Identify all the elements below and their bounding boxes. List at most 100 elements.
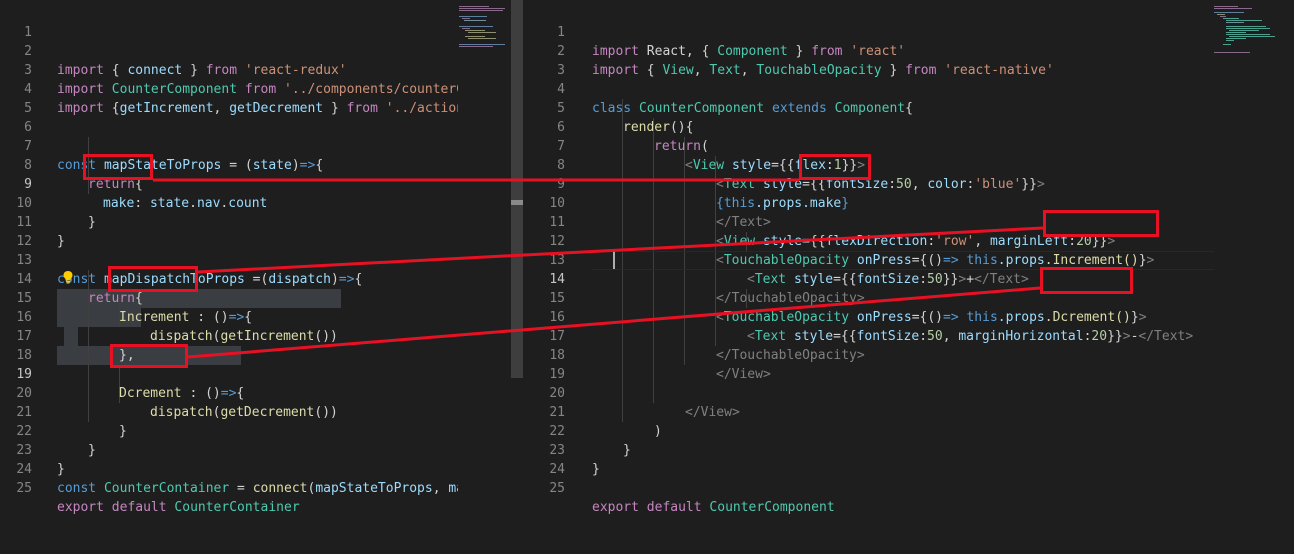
code-line: 16 <Text style={{fontSize:50, marginHori… xyxy=(525,289,1193,344)
right-editor-pane[interactable]: 1 import React, { Component } from 'reac… xyxy=(525,0,1294,554)
editor-window: 1 2 import { connect } from 'react-redux… xyxy=(0,0,1294,554)
code-line: 23 } xyxy=(0,422,64,477)
code-text[interactable]: export default CounterContainer xyxy=(57,498,300,517)
code-text[interactable]: <Text style={{fontSize:50, marginHorizon… xyxy=(747,327,1193,346)
punct-token: , xyxy=(911,177,928,192)
right-minimap[interactable] xyxy=(1214,6,1292,66)
punct-token: < xyxy=(747,272,755,287)
code-text[interactable]: } xyxy=(57,232,65,251)
code-line: 11 } xyxy=(0,194,64,249)
code-text[interactable]: class CounterComponent extends Component… xyxy=(592,99,913,118)
code-line: 18 xyxy=(0,327,47,363)
code-text[interactable]: } xyxy=(623,441,631,460)
code-text[interactable]: } xyxy=(592,460,600,479)
annotation-box-make-right xyxy=(799,154,871,180)
function-token: getIncrement xyxy=(220,329,315,344)
code-text[interactable]: import { connect } from 'react-redux' xyxy=(57,61,347,80)
code-text[interactable]: } xyxy=(88,213,96,232)
code-text[interactable]: import React, { Component } from 'react' xyxy=(592,42,905,61)
code-text[interactable]: <Text style={{fontSize:50, color:'blue'}… xyxy=(716,175,1045,194)
punct-token: , xyxy=(974,234,990,249)
minimap-line xyxy=(1217,14,1225,15)
keyword-token: from xyxy=(205,63,238,78)
code-line: 19 Dcrement : ()=>{ xyxy=(0,346,244,401)
function-token: render xyxy=(623,120,670,135)
code-text[interactable]: import CounterComponent from '../compone… xyxy=(57,80,458,99)
punct-token: { xyxy=(236,386,245,401)
function-token: Increment xyxy=(119,310,190,325)
punct-token: { xyxy=(103,101,120,116)
attribute-token: style xyxy=(786,329,834,344)
number-token: 50 xyxy=(927,272,943,287)
code-text[interactable]: </View> xyxy=(716,365,771,384)
left-scrollbar[interactable] xyxy=(511,0,523,378)
identifier-token: getIncrement xyxy=(119,101,214,116)
code-text[interactable]: dispatch(getDecrement()) xyxy=(150,403,338,422)
code-line: 20 dispatch(getDecrement()) xyxy=(0,365,338,420)
code-text[interactable]: Dcrement : ()=>{ xyxy=(119,384,244,403)
punct-token: : xyxy=(919,272,928,287)
code-text[interactable]: export default CounterComponent xyxy=(592,498,835,517)
code-text[interactable]: </View> xyxy=(685,403,740,422)
keyword-token: return xyxy=(88,291,135,306)
code-text[interactable]: Increment : ()=>{ xyxy=(119,308,252,327)
string-token: '../components/counterC xyxy=(276,82,458,97)
identifier-token: marginHorizontal xyxy=(958,329,1084,344)
keyword-token: this xyxy=(723,196,756,211)
code-text[interactable]: </Text> xyxy=(716,213,771,232)
code-text[interactable]: </TouchableOpacity> xyxy=(716,346,865,365)
code-line: 11 <View style={{flexDirection:'row', ma… xyxy=(525,194,1115,249)
punct-token: ={{ xyxy=(833,329,857,344)
identifier-token: .props xyxy=(755,196,803,211)
code-text[interactable]: make: state.nav.count xyxy=(103,194,267,213)
punct-token: : () xyxy=(181,386,221,401)
identifier-token: .make xyxy=(802,196,842,211)
code-text[interactable]: const CounterContainer = connect(mapStat… xyxy=(57,479,458,498)
code-line: 4 import {getIncrement, getDecrement } f… xyxy=(0,61,458,116)
identifier-token: .props xyxy=(997,310,1045,325)
code-text[interactable]: } xyxy=(57,460,65,479)
line-number: 25 xyxy=(16,481,32,496)
code-line: 21 } xyxy=(0,384,126,439)
code-text[interactable]: return( xyxy=(654,137,709,156)
function-token: getDecrement xyxy=(220,405,315,420)
code-line: 22 } xyxy=(525,403,630,458)
code-text[interactable]: } xyxy=(88,441,96,460)
minimap-line xyxy=(465,36,485,37)
left-minimap[interactable] xyxy=(459,6,517,66)
punct-token: { xyxy=(354,272,363,287)
identifier-token: CounterComponent xyxy=(103,82,245,97)
keyword-token: import xyxy=(592,44,639,59)
keyword-token: import xyxy=(592,63,639,78)
keyword-token: from xyxy=(244,82,277,97)
lightbulb-icon[interactable] xyxy=(62,270,74,284)
code-text[interactable]: <TouchableOpacity onPress={()=> this.pro… xyxy=(716,308,1147,327)
code-text[interactable]: const mapDispatchToProps =(dispatch)=>{ xyxy=(57,270,362,289)
code-text[interactable]: <Text style={{fontSize:50}}>+</Text> xyxy=(747,270,1029,289)
selection-highlight xyxy=(64,327,78,346)
code-line: 2 import { connect } from 'react-redux' xyxy=(0,23,346,78)
code-text[interactable]: import {getIncrement, getDecrement } fro… xyxy=(57,99,458,118)
identifier-token: nav xyxy=(196,196,221,211)
code-text[interactable]: </TouchableOpacity> xyxy=(716,289,865,308)
code-text[interactable]: render(){ xyxy=(623,118,693,137)
code-text[interactable]: {this.props.make} xyxy=(716,194,849,213)
code-line: 6 return( xyxy=(525,99,709,154)
punct-token: > xyxy=(1122,329,1131,344)
text-token: + xyxy=(966,272,975,287)
left-editor-pane[interactable]: 1 2 import { connect } from 'react-redux… xyxy=(0,0,458,554)
keyword-token: export xyxy=(57,500,104,515)
identifier-token: CounterContainer xyxy=(96,481,230,496)
code-line: 19 xyxy=(525,346,572,382)
code-text[interactable]: import { View, Text, TouchableOpacity } … xyxy=(592,61,1054,80)
string-token: 'react-native' xyxy=(936,63,1054,78)
code-line: 8 <Text style={{fontSize:50, color:'blue… xyxy=(525,137,1045,192)
code-text[interactable]: ) xyxy=(654,422,662,441)
code-line: 15 Increment : ()=>{ xyxy=(0,270,252,325)
annotation-box-dcrement-left xyxy=(110,344,188,368)
minimap-line xyxy=(459,6,489,7)
arrow-token: => xyxy=(299,158,316,173)
code-text[interactable]: } xyxy=(119,422,127,441)
tag-token: TouchableOpacity xyxy=(723,310,850,325)
punct-token: , xyxy=(213,101,230,116)
